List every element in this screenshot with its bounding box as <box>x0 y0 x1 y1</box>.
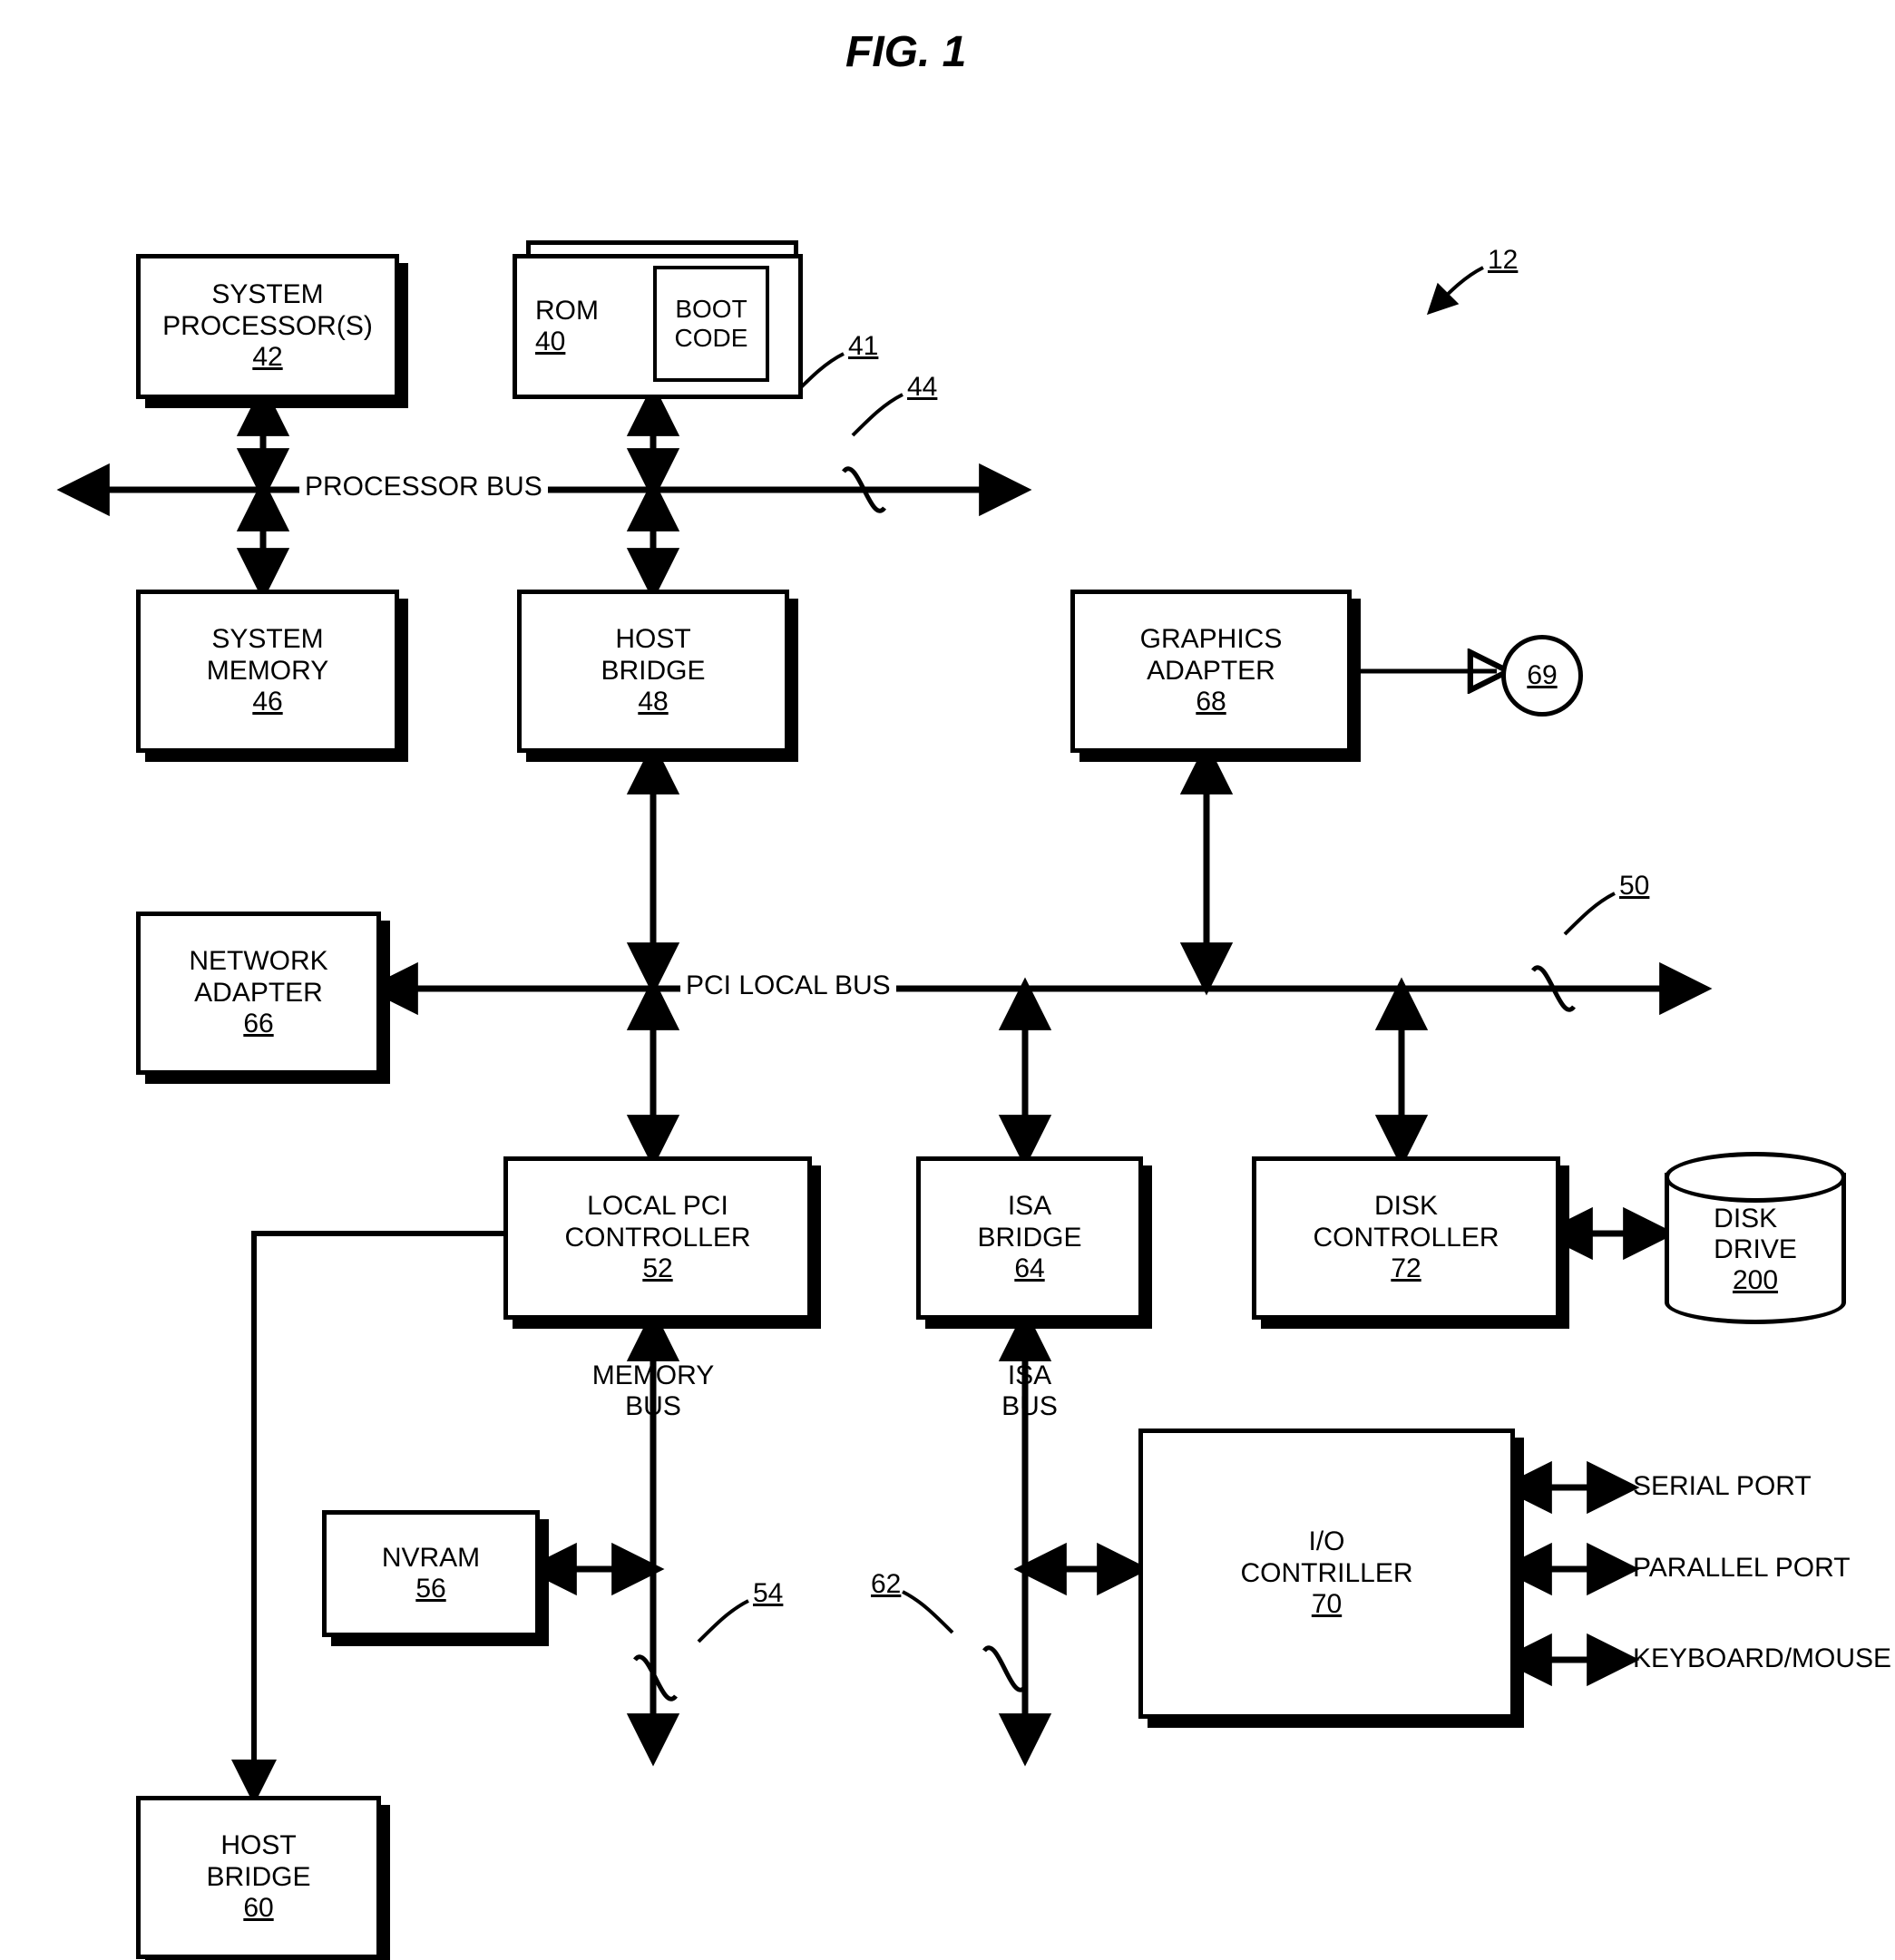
main-ref: 12 <box>1488 245 1518 276</box>
disk-drive-block: DISK DRIVE 200 <box>1665 1152 1846 1324</box>
serial-port-label: SERIAL PORT <box>1633 1471 1812 1502</box>
network-adapter-block: NETWORK ADAPTER 66 <box>136 912 381 1075</box>
nvram-block: NVRAM 56 <box>322 1510 540 1637</box>
memory-bus-ref: 54 <box>753 1578 783 1609</box>
rom-ref: 40 <box>535 327 565 358</box>
display-ref: 69 <box>1527 660 1557 691</box>
network-adapter-label: NETWORK ADAPTER <box>189 946 327 1009</box>
host-bridge2-block: HOST BRIDGE 60 <box>136 1796 381 1959</box>
rom-label: ROM <box>535 296 599 327</box>
graphics-adapter-label: GRAPHICS ADAPTER <box>1140 624 1283 687</box>
disk-controller-label: DISK CONTROLLER <box>1313 1191 1499 1253</box>
disk-controller-ref: 72 <box>1391 1253 1421 1285</box>
rom-back-ref: 41 <box>848 331 878 362</box>
system-processors-label: SYSTEM PROCESSOR(S) <box>162 279 373 342</box>
local-pci-controller-label: LOCAL PCI CONTROLLER <box>564 1191 750 1253</box>
graphics-adapter-ref: 68 <box>1196 687 1226 718</box>
host-bridge2-ref: 60 <box>243 1893 273 1925</box>
pci-local-bus-ref: 50 <box>1619 871 1649 902</box>
disk-drive-ref: 200 <box>1733 1265 1778 1296</box>
local-pci-controller-block: LOCAL PCI CONTROLLER 52 <box>503 1156 812 1320</box>
parallel-port-label: PARALLEL PORT <box>1633 1553 1851 1584</box>
io-controller-block: I/O CONTRILLER 70 <box>1138 1429 1515 1719</box>
boot-code-label: BOOT CODE <box>675 295 748 353</box>
nvram-ref: 56 <box>415 1574 445 1605</box>
system-memory-label: SYSTEM MEMORY <box>207 624 328 687</box>
system-memory-block: SYSTEM MEMORY 46 <box>136 590 399 753</box>
processor-bus-label: PROCESSOR BUS <box>299 472 548 502</box>
nvram-label: NVRAM <box>382 1543 480 1575</box>
pci-local-bus-label: PCI LOCAL BUS <box>680 970 896 1001</box>
keyboard-mouse-label: KEYBOARD/MOUSE <box>1633 1643 1891 1674</box>
network-adapter-ref: 66 <box>243 1009 273 1040</box>
display-circle: 69 <box>1501 635 1583 717</box>
host-bridge-ref: 48 <box>638 687 668 718</box>
isa-bridge-label: ISA BRIDGE <box>977 1191 1081 1253</box>
system-processors-block: SYSTEM PROCESSOR(S) 42 <box>136 254 399 399</box>
system-memory-ref: 46 <box>252 687 282 718</box>
host-bridge2-label: HOST BRIDGE <box>206 1830 310 1893</box>
system-processors-ref: 42 <box>252 342 282 374</box>
isa-bus-ref: 62 <box>871 1569 901 1600</box>
disk-drive-label: DISK DRIVE <box>1714 1204 1797 1265</box>
processor-bus-ref: 44 <box>907 372 937 403</box>
io-controller-ref: 70 <box>1312 1589 1342 1621</box>
host-bridge-label: HOST BRIDGE <box>601 624 705 687</box>
host-bridge-block: HOST BRIDGE 48 <box>517 590 789 753</box>
disk-controller-block: DISK CONTROLLER 72 <box>1252 1156 1560 1320</box>
graphics-adapter-block: GRAPHICS ADAPTER 68 <box>1070 590 1352 753</box>
diagram-stage: FIG. 1 <box>0 0 1895 1960</box>
isa-bus-label: ISA BUS <box>989 1360 1070 1422</box>
boot-code-block: BOOT CODE <box>653 266 769 382</box>
isa-bridge-block: ISA BRIDGE 64 <box>916 1156 1143 1320</box>
local-pci-controller-ref: 52 <box>642 1253 672 1285</box>
memory-bus-label: MEMORY BUS <box>562 1360 744 1422</box>
isa-bridge-ref: 64 <box>1014 1253 1044 1285</box>
io-controller-label: I/O CONTRILLER <box>1240 1526 1412 1589</box>
